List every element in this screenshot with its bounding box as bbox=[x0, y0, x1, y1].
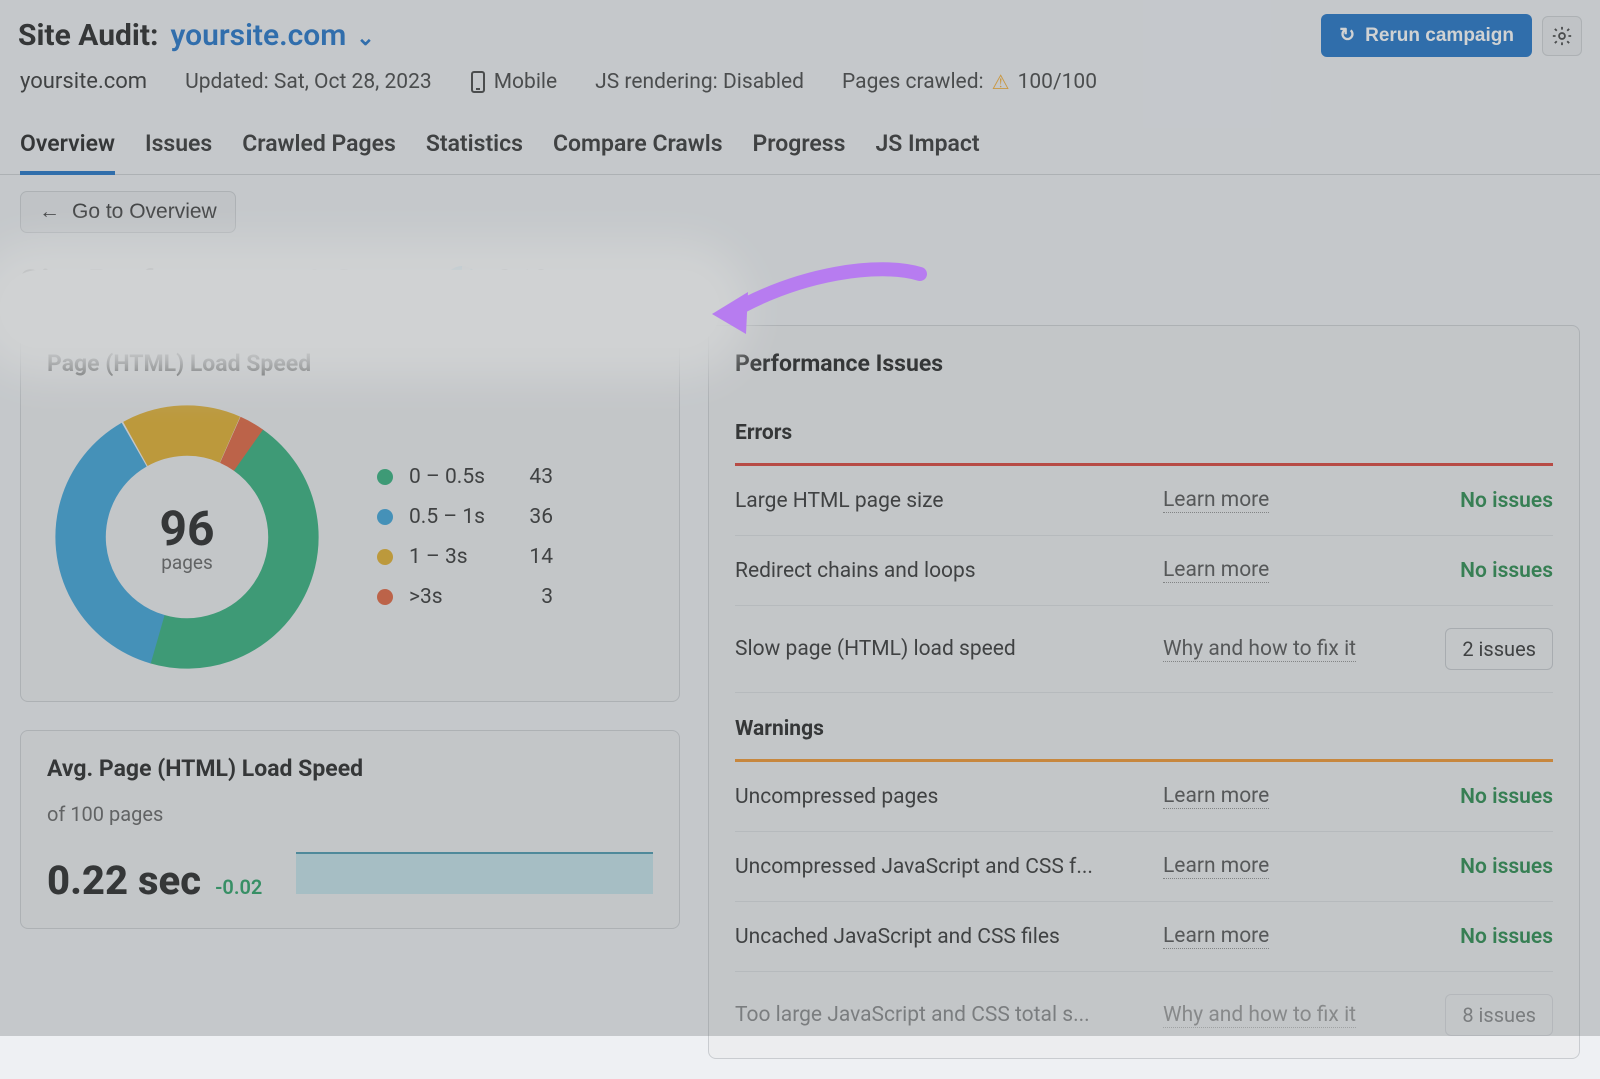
tab-js-impact[interactable]: JS Impact bbox=[875, 116, 979, 174]
issue-name: Too large JavaScript and CSS total s... bbox=[735, 1003, 1163, 1027]
gear-icon bbox=[1551, 25, 1573, 47]
issue-status: No issues bbox=[1403, 559, 1553, 583]
avg-value: 0.22 sec bbox=[47, 857, 201, 904]
issue-name: Uncached JavaScript and CSS files bbox=[735, 925, 1163, 949]
issue-row: Redirect chains and loops Learn more No … bbox=[735, 536, 1553, 606]
issue-name: Slow page (HTML) load speed bbox=[735, 637, 1163, 661]
avg-subtitle: of 100 pages bbox=[47, 802, 653, 826]
learn-more-link[interactable]: Learn more bbox=[1163, 488, 1269, 513]
score-ring-icon bbox=[445, 266, 479, 300]
meta-device: Mobile bbox=[470, 70, 557, 94]
learn-more-link[interactable]: Learn more bbox=[1163, 854, 1269, 879]
tab-overview[interactable]: Overview bbox=[20, 116, 115, 175]
tab-statistics[interactable]: Statistics bbox=[426, 116, 523, 174]
issue-row: Uncompressed pages Learn more No issues bbox=[735, 762, 1553, 832]
legend-dot bbox=[377, 549, 393, 565]
crawl-meta-row: yoursite.com Updated: Sat, Oct 28, 2023 … bbox=[0, 63, 1600, 116]
go-to-overview-button[interactable]: ← Go to Overview bbox=[20, 191, 236, 233]
back-label: Go to Overview bbox=[72, 200, 217, 224]
chevron-down-icon: ⌄ bbox=[356, 26, 374, 51]
tab-issues[interactable]: Issues bbox=[145, 116, 212, 174]
learn-more-link[interactable]: Why and how to fix it bbox=[1163, 637, 1356, 662]
legend-value: 14 bbox=[513, 545, 553, 569]
score-header: Site Performance / Score: 91% -1% bbox=[0, 241, 1600, 325]
legend-dot bbox=[377, 589, 393, 605]
issue-status: No issues bbox=[1403, 489, 1553, 513]
issue-name: Uncompressed pages bbox=[735, 785, 1163, 809]
meta-crawled-value: 100/100 bbox=[1018, 70, 1097, 94]
issue-row: Too large JavaScript and CSS total s... … bbox=[735, 972, 1553, 1058]
card-load-speed-title: Page (HTML) Load Speed bbox=[47, 350, 653, 377]
page-header: Site Audit: yoursite.com ⌄ ↻ Rerun campa… bbox=[0, 0, 1600, 63]
meta-crawled-label: Pages crawled: bbox=[842, 70, 984, 94]
legend-dot bbox=[377, 509, 393, 525]
settings-button[interactable] bbox=[1542, 16, 1582, 56]
errors-heading: Errors bbox=[735, 397, 1553, 466]
tabs: Overview Issues Crawled Pages Statistics… bbox=[0, 116, 1600, 175]
learn-more-link[interactable]: Learn more bbox=[1163, 924, 1269, 949]
project-selector[interactable]: yoursite.com ⌄ bbox=[170, 18, 374, 53]
donut-total: 96 bbox=[159, 500, 214, 557]
meta-js: JS rendering: Disabled bbox=[595, 70, 804, 94]
score-delta: -1% bbox=[575, 271, 609, 295]
donut-total-label: pages bbox=[161, 551, 213, 574]
legend-value: 36 bbox=[513, 505, 553, 529]
warnings-heading: Warnings bbox=[735, 693, 1553, 762]
issue-name: Large HTML page size bbox=[735, 489, 1163, 513]
issue-status: No issues bbox=[1403, 785, 1553, 809]
issue-row: Uncompressed JavaScript and CSS f... Lea… bbox=[735, 832, 1553, 902]
issue-count-badge[interactable]: 2 issues bbox=[1445, 628, 1553, 670]
card-load-speed: Page (HTML) Load Speed bbox=[20, 325, 680, 702]
donut-legend: 0 – 0.5s 43 0.5 – 1s 36 1 – 3s 14 >3s 3 bbox=[377, 465, 553, 609]
slash: / bbox=[296, 263, 326, 303]
mobile-icon bbox=[470, 70, 486, 94]
issue-count-badge[interactable]: 8 issues bbox=[1445, 994, 1553, 1036]
score-value: 91% bbox=[495, 263, 559, 303]
rerun-campaign-button[interactable]: ↻ Rerun campaign bbox=[1321, 14, 1532, 57]
card-performance-issues: Performance Issues Errors Large HTML pag… bbox=[708, 325, 1580, 1059]
legend-label: 1 – 3s bbox=[409, 545, 499, 569]
legend-label: 0.5 – 1s bbox=[409, 505, 499, 529]
learn-more-link[interactable]: Learn more bbox=[1163, 558, 1269, 583]
issue-row: Slow page (HTML) load speed Why and how … bbox=[735, 606, 1553, 693]
score-label: Score: bbox=[333, 263, 431, 303]
meta-updated: Updated: Sat, Oct 28, 2023 bbox=[185, 70, 432, 94]
issues-title: Performance Issues bbox=[735, 350, 1553, 377]
meta-device-label: Mobile bbox=[494, 70, 557, 94]
avg-delta: -0.02 bbox=[215, 875, 262, 899]
legend-label: >3s bbox=[409, 585, 499, 609]
warning-icon: ⚠ bbox=[992, 70, 1010, 94]
issue-name: Uncompressed JavaScript and CSS f... bbox=[735, 855, 1163, 879]
issue-row: Uncached JavaScript and CSS files Learn … bbox=[735, 902, 1553, 972]
tab-compare-crawls[interactable]: Compare Crawls bbox=[553, 116, 723, 174]
avg-title: Avg. Page (HTML) Load Speed bbox=[47, 755, 653, 782]
issue-status: No issues bbox=[1403, 925, 1553, 949]
rerun-label: Rerun campaign bbox=[1365, 25, 1514, 47]
arrow-left-icon: ← bbox=[39, 200, 60, 224]
legend-value: 3 bbox=[513, 585, 553, 609]
project-domain: yoursite.com bbox=[170, 18, 346, 53]
legend-label: 0 – 0.5s bbox=[409, 465, 499, 489]
learn-more-link[interactable]: Why and how to fix it bbox=[1163, 1003, 1356, 1028]
donut-chart: 96 pages bbox=[47, 397, 327, 677]
legend-value: 43 bbox=[513, 465, 553, 489]
tab-crawled-pages[interactable]: Crawled Pages bbox=[242, 116, 396, 174]
app-title: Site Audit: bbox=[18, 18, 158, 53]
learn-more-link[interactable]: Learn more bbox=[1163, 784, 1269, 809]
issue-name: Redirect chains and loops bbox=[735, 559, 1163, 583]
issue-status: No issues bbox=[1403, 855, 1553, 879]
meta-crawled: Pages crawled: ⚠ 100/100 bbox=[842, 70, 1097, 94]
tab-progress[interactable]: Progress bbox=[753, 116, 846, 174]
refresh-icon: ↻ bbox=[1339, 24, 1355, 47]
card-avg-load-speed: Avg. Page (HTML) Load Speed of 100 pages… bbox=[20, 730, 680, 929]
issue-row: Large HTML page size Learn more No issue… bbox=[735, 466, 1553, 536]
meta-domain: yoursite.com bbox=[20, 69, 147, 94]
score-title: Site Performance bbox=[20, 263, 288, 303]
legend-dot bbox=[377, 469, 393, 485]
avg-sparkline bbox=[296, 852, 653, 894]
